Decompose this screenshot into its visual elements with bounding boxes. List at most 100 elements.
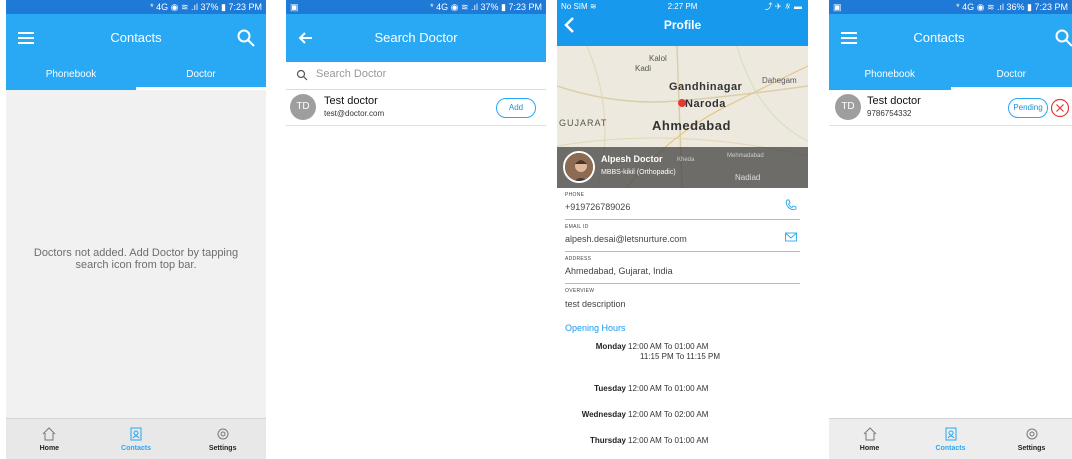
list-item[interactable]: TD Test doctor test@doctor.com Add bbox=[286, 90, 546, 126]
list-item: Wednesday 12:00 AM To 02:00 AM bbox=[557, 410, 808, 436]
map-label: Kadi bbox=[635, 64, 652, 73]
nav-contacts-label: Contacts bbox=[935, 445, 966, 452]
overview-value: test description bbox=[565, 299, 626, 309]
map-label: GUJARAT bbox=[559, 118, 608, 128]
list-item: 11:15 PM To 11:15 PM bbox=[557, 352, 808, 384]
contacts-screen-empty: * 4G ◉ ≋ .ıl 37% ▮ 7:23 PM Contacts Phon… bbox=[6, 0, 266, 459]
contacts-screen-pending: ▣ * 4G ◉ ≋ .ıl 36% ▮ 7:23 PM Contacts Pho… bbox=[829, 0, 1072, 459]
tab-phonebook[interactable]: Phonebook bbox=[6, 62, 136, 90]
map-label: Naroda bbox=[685, 98, 726, 110]
field-label: PHONE bbox=[565, 192, 585, 198]
nav-home[interactable]: Home bbox=[829, 419, 910, 459]
profile-screen: No SIM ≋ 2:27 PM ⤴ ✈ ∦ ▬ Profile Kadi Ga… bbox=[557, 0, 808, 459]
page-title: Profile bbox=[663, 18, 702, 32]
status-bar: ▣ * 4G ◉ ≋ .ıl 37% ▮ 7:23 PM bbox=[286, 0, 546, 14]
nav-contacts[interactable]: Contacts bbox=[910, 419, 991, 459]
tab-doctor[interactable]: Doctor bbox=[136, 62, 266, 90]
bottom-navigation: Home Contacts Settings bbox=[6, 418, 266, 459]
search-icon[interactable] bbox=[1054, 28, 1072, 48]
tab-phonebook[interactable]: Phonebook bbox=[829, 62, 951, 90]
nav-home-label: Home bbox=[859, 445, 880, 452]
page-title: Search Doctor bbox=[374, 30, 458, 45]
nav-home[interactable]: Home bbox=[6, 419, 93, 459]
mail-icon[interactable] bbox=[784, 230, 798, 244]
map-label: Ahmedabad bbox=[652, 118, 731, 133]
gear-icon bbox=[1026, 428, 1037, 440]
nav-home-label: Home bbox=[39, 445, 60, 452]
field-label: EMAIL ID bbox=[565, 224, 589, 230]
status-text: * 4G ◉ ≋ .ıl 36% ▮ 7:23 PM bbox=[956, 2, 1068, 12]
tab-doctor[interactable]: Doctor bbox=[950, 62, 1072, 90]
phone-icon[interactable] bbox=[784, 198, 798, 212]
status-text: * 4G ◉ ≋ .ıl 37% ▮ 7:23 PM bbox=[150, 2, 262, 12]
contacts-icon bbox=[945, 427, 956, 441]
search-bar bbox=[286, 62, 546, 90]
email-value: alpesh.desai@letsnurture.com bbox=[565, 234, 687, 244]
bottom-navigation: Home Contacts Settings bbox=[829, 418, 1072, 459]
search-icon[interactable] bbox=[236, 28, 256, 48]
tab-bar: Phonebook Doctor bbox=[829, 62, 1072, 90]
nav-settings-label: Settings bbox=[1017, 445, 1046, 452]
avatar: TD bbox=[835, 94, 861, 120]
time-range: 12:00 AM To 01:00 AM bbox=[628, 436, 709, 445]
list-item[interactable]: TD Test doctor 9786754332 Pending bbox=[829, 90, 1072, 126]
page-title: Contacts bbox=[110, 30, 162, 45]
time-range: 11:15 PM To 11:15 PM bbox=[640, 352, 721, 361]
list-item: Thursday 12:00 AM To 01:00 AM bbox=[557, 436, 808, 452]
map-label: Dahegam bbox=[762, 76, 797, 85]
doctor-name: Test doctor bbox=[867, 95, 921, 107]
nav-contacts-label: Contacts bbox=[121, 445, 151, 452]
map-label: Kalol bbox=[649, 54, 667, 63]
time-range: 12:00 AM To 01:00 AM bbox=[628, 342, 709, 351]
avatar: TD bbox=[290, 94, 316, 120]
app-bar: Contacts bbox=[6, 14, 266, 62]
status-bar: * 4G ◉ ≋ .ıl 37% ▮ 7:23 PM bbox=[6, 0, 266, 14]
day-label: Wednesday bbox=[581, 410, 626, 419]
pending-status-button[interactable]: Pending bbox=[1008, 98, 1048, 118]
opening-hours-title: Opening Hours bbox=[565, 323, 626, 333]
doctor-name: Test doctor bbox=[324, 95, 378, 107]
time-range: 12:00 AM To 01:00 AM bbox=[628, 384, 709, 393]
home-icon bbox=[42, 427, 56, 441]
map-label: Kheda bbox=[677, 157, 695, 163]
map-label: Mehmadabad bbox=[727, 153, 764, 159]
app-bar: Search Doctor bbox=[286, 14, 546, 62]
app-bar: Contacts bbox=[829, 14, 1072, 62]
search-icon bbox=[296, 69, 308, 81]
page-title: Contacts bbox=[913, 30, 965, 45]
profile-header: Alpesh Doctor MBBS-kikil (Orthopadic) Na… bbox=[557, 147, 808, 188]
nav-settings[interactable]: Settings bbox=[179, 419, 266, 459]
field-label: ADDRESS bbox=[565, 256, 592, 262]
nav-settings[interactable]: Settings bbox=[991, 419, 1072, 459]
status-icons: ⤴ ✈ ∦ ▬ bbox=[764, 2, 802, 11]
avatar bbox=[563, 151, 595, 183]
day-label: Thursday bbox=[589, 436, 626, 445]
address-field: ADDRESS Ahmedabad, Gujarat, India bbox=[565, 252, 800, 284]
search-doctor-screen: ▣ * 4G ◉ ≋ .ıl 37% ▮ 7:23 PM Search Docto… bbox=[286, 0, 546, 459]
contacts-icon bbox=[130, 427, 142, 441]
day-label: Tuesday bbox=[594, 384, 626, 393]
reject-icon[interactable] bbox=[1050, 98, 1070, 118]
nav-contacts[interactable]: Contacts bbox=[93, 419, 180, 459]
add-button[interactable]: Add bbox=[496, 98, 536, 118]
search-input[interactable] bbox=[316, 68, 516, 80]
gallery-icon: ▣ bbox=[290, 2, 299, 12]
person-photo-icon bbox=[565, 153, 593, 181]
empty-state-message: Doctors not added. Add Doctor by tapping… bbox=[33, 247, 239, 271]
doctor-degree: MBBS-kikil (Orthopadic) bbox=[601, 169, 676, 176]
status-bar: ▣ * 4G ◉ ≋ .ıl 36% ▮ 7:23 PM bbox=[829, 0, 1072, 14]
email-field: EMAIL ID alpesh.desai@letsnurture.com bbox=[565, 220, 800, 252]
doctor-name: Alpesh Doctor bbox=[601, 154, 663, 164]
tab-bar: Phonebook Doctor bbox=[6, 62, 266, 90]
gallery-icon: ▣ bbox=[833, 2, 842, 12]
opening-hours-list: Monday 12:00 AM To 01:00 AM 11:15 PM To … bbox=[557, 342, 808, 452]
map-label: Gandhinagar bbox=[669, 81, 743, 93]
status-text: * 4G ◉ ≋ .ıl 37% ▮ 7:23 PM bbox=[430, 2, 542, 12]
list-item: Tuesday 12:00 AM To 01:00 AM bbox=[557, 384, 808, 410]
home-icon bbox=[863, 427, 876, 441]
nav-settings-label: Settings bbox=[208, 445, 237, 452]
overview-label: OVERVIEW bbox=[565, 288, 595, 294]
location-map[interactable]: Kadi Gandhinagar Naroda GUJARAT Ahmedaba… bbox=[557, 46, 808, 188]
gear-icon bbox=[217, 428, 229, 440]
doctor-email: test@doctor.com bbox=[324, 109, 385, 118]
